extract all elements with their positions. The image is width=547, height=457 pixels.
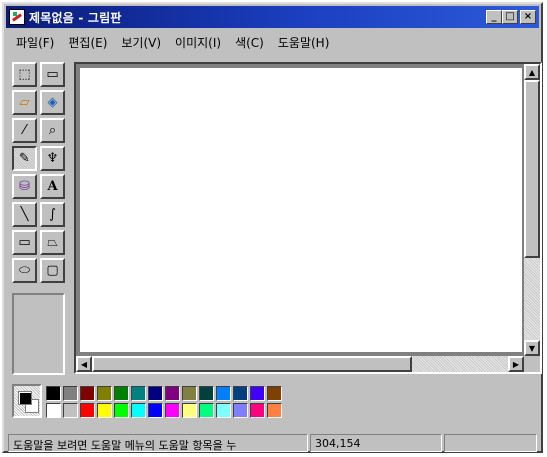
tool-button-ellipse[interactable]: ⬭ (12, 258, 37, 283)
menu-view[interactable]: 보기(V) (121, 34, 161, 51)
palette-color-swatch[interactable] (216, 386, 231, 401)
palette-color-swatch[interactable] (267, 403, 282, 418)
vertical-scrollbar[interactable]: ▲ ▼ (524, 64, 540, 356)
palette-swatches (46, 386, 282, 418)
palette-color-swatch[interactable] (148, 403, 163, 418)
close-button[interactable]: × (520, 10, 536, 24)
palette-color-swatch[interactable] (233, 403, 248, 418)
maximize-button[interactable]: □ (502, 10, 518, 24)
polygon-icon: ⏢ (47, 235, 58, 250)
scrollbar-corner (524, 356, 540, 372)
scroll-down-arrow-icon[interactable]: ▼ (524, 340, 540, 356)
horizontal-scrollbar[interactable]: ◀ ▶ (76, 356, 524, 372)
palette-color-swatch[interactable] (250, 386, 265, 401)
palette-color-swatch[interactable] (250, 403, 265, 418)
tool-button-magnifier[interactable]: ⌕ (40, 118, 65, 143)
status-size (444, 434, 537, 452)
free-form-select-icon: ⬚ (18, 67, 31, 82)
line-icon: ╲ (20, 207, 29, 222)
tool-button-line[interactable]: ╲ (12, 202, 37, 227)
eraser-icon: ▱ (19, 95, 30, 110)
tool-button-polygon[interactable]: ⏢ (40, 230, 65, 255)
tool-button-rectangle[interactable]: ▭ (12, 230, 37, 255)
palette-color-swatch[interactable] (199, 403, 214, 418)
current-colors-box[interactable] (12, 384, 42, 418)
window-title: 제목없음 - 그림판 (29, 10, 122, 25)
palette-color-swatch[interactable] (97, 403, 112, 418)
text-icon: A (47, 179, 58, 194)
palette-color-swatch[interactable] (233, 386, 248, 401)
select-icon: ▭ (46, 67, 59, 82)
tool-button-airbrush[interactable]: ⛁ (12, 174, 37, 199)
tool-grid: ⬚ ▭ ▱ ◈ ⁄ ⌕ ✎ ♆ ⛁ A ╲ ∫ ▭ ⏢ ⬭ ▢ (12, 62, 70, 283)
palette-color-swatch[interactable] (114, 386, 129, 401)
palette-color-swatch[interactable] (148, 386, 163, 401)
status-coordinates: 304,154 (310, 434, 442, 452)
tool-button-brush[interactable]: ♆ (40, 146, 65, 171)
ellipse-icon: ⬭ (18, 263, 31, 278)
palette-color-swatch[interactable] (182, 386, 197, 401)
tool-button-color-picker[interactable]: ⁄ (12, 118, 37, 143)
horizontal-scroll-thumb[interactable] (92, 356, 412, 372)
window-controls: _ □ × (486, 10, 536, 24)
scroll-up-arrow-icon[interactable]: ▲ (524, 64, 540, 80)
palette-color-swatch[interactable] (63, 386, 78, 401)
status-bar: 도움말을 보려면 도움말 메뉴의 도움말 항목을 누 304,154 (8, 434, 537, 452)
tool-button-select[interactable]: ▭ (40, 62, 65, 87)
palette-color-swatch[interactable] (182, 403, 197, 418)
palette-color-swatch[interactable] (46, 403, 61, 418)
magnifier-icon: ⌕ (48, 123, 57, 138)
palette-color-swatch[interactable] (199, 386, 214, 401)
vertical-scroll-thumb[interactable] (524, 80, 540, 258)
menu-colors[interactable]: 색(C) (235, 34, 264, 51)
pencil-icon: ✎ (19, 151, 30, 166)
scroll-left-arrow-icon[interactable]: ◀ (76, 356, 92, 372)
canvas-area: ▲ ▼ ◀ ▶ (74, 62, 542, 374)
palette-color-swatch[interactable] (131, 386, 146, 401)
tool-button-free-form-select[interactable]: ⬚ (12, 62, 37, 87)
rectangle-icon: ▭ (18, 235, 31, 250)
scroll-right-arrow-icon[interactable]: ▶ (508, 356, 524, 372)
palette-color-swatch[interactable] (80, 386, 95, 401)
airbrush-icon: ⛁ (19, 179, 30, 194)
toolbox: ⬚ ▭ ▱ ◈ ⁄ ⌕ ✎ ♆ ⛁ A ╲ ∫ ▭ ⏢ ⬭ ▢ (12, 62, 70, 375)
fill-icon: ◈ (47, 95, 58, 110)
foreground-color-swatch (18, 391, 32, 405)
palette-color-swatch[interactable] (267, 386, 282, 401)
palette-color-swatch[interactable] (80, 403, 95, 418)
color-palette (12, 384, 312, 422)
tool-button-text[interactable]: A (40, 174, 65, 199)
title-bar[interactable]: 제목없음 - 그림판 _ □ × (6, 6, 539, 28)
tool-button-pencil[interactable]: ✎ (12, 146, 37, 171)
menu-image[interactable]: 이미지(I) (175, 34, 221, 51)
menu-file[interactable]: 파일(F) (16, 34, 54, 51)
menu-bar: 파일(F) 편집(E) 보기(V) 이미지(I) 색(C) 도움말(H) (6, 32, 539, 52)
minimize-button[interactable]: _ (486, 10, 502, 24)
palette-color-swatch[interactable] (63, 403, 78, 418)
tool-options-box[interactable] (12, 293, 65, 375)
paint-window: 제목없음 - 그림판 _ □ × 파일(F) 편집(E) 보기(V) 이미지(I… (2, 2, 543, 453)
palette-color-swatch[interactable] (46, 386, 61, 401)
palette-color-swatch[interactable] (216, 403, 231, 418)
palette-color-swatch[interactable] (97, 386, 112, 401)
palette-color-swatch[interactable] (165, 403, 180, 418)
tool-button-eraser[interactable]: ▱ (12, 90, 37, 115)
rounded-rectangle-icon: ▢ (46, 263, 59, 278)
paint-app-icon[interactable] (9, 9, 25, 25)
tool-button-rounded-rectangle[interactable]: ▢ (40, 258, 65, 283)
palette-color-swatch[interactable] (131, 403, 146, 418)
palette-color-swatch[interactable] (165, 386, 180, 401)
curve-icon: ∫ (49, 207, 56, 222)
menu-edit[interactable]: 편집(E) (68, 34, 107, 51)
tool-button-curve[interactable]: ∫ (40, 202, 65, 227)
brush-icon: ♆ (46, 151, 59, 166)
palette-color-swatch[interactable] (114, 403, 129, 418)
tool-button-fill[interactable]: ◈ (40, 90, 65, 115)
menu-help[interactable]: 도움말(H) (278, 34, 330, 51)
drawing-canvas[interactable] (80, 68, 522, 352)
color-picker-icon: ⁄ (23, 123, 26, 138)
status-help-text: 도움말을 보려면 도움말 메뉴의 도움말 항목을 누 (8, 434, 308, 452)
